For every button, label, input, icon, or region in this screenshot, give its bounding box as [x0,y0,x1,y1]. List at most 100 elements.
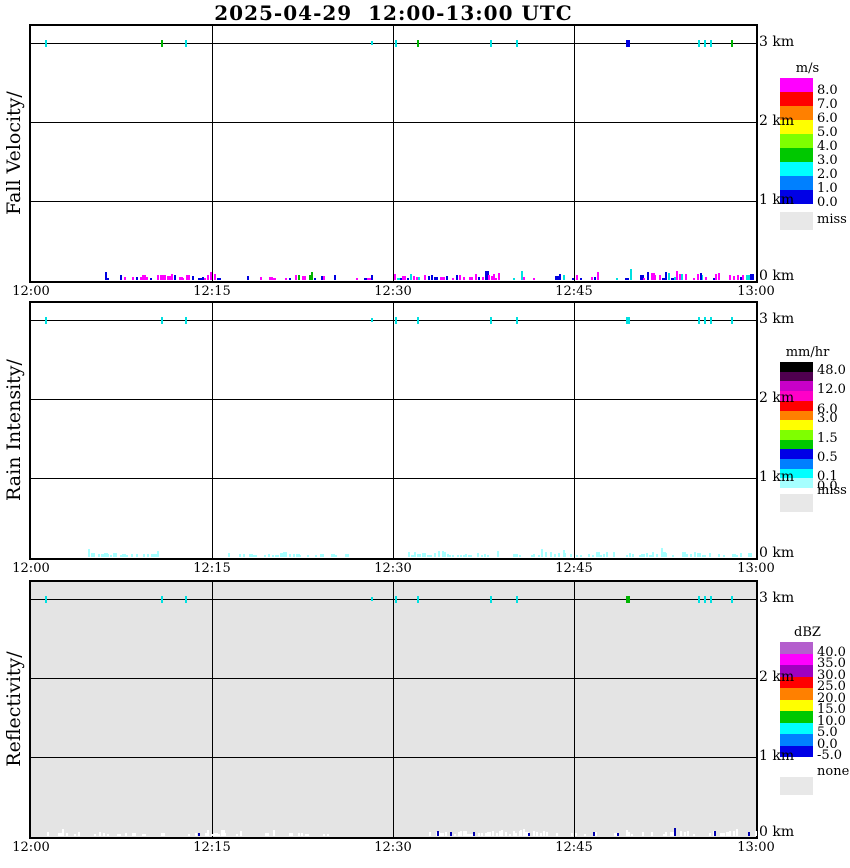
echo-surface-mark [550,552,552,557]
echo-surface-mark [408,552,410,557]
echo-surface-mark [302,276,306,280]
echo-surface-mark [315,555,317,557]
echo-top-mark [45,40,47,47]
echo-surface-mark [449,555,451,557]
colorbar-tick-label: 0.0 [817,195,838,210]
echo-surface-mark [538,555,540,557]
colorbar-block [780,642,813,654]
echo-surface-mark [469,277,473,280]
echo-spike-mark [501,830,503,836]
x-tick-label: 13:00 [737,561,775,576]
echo-surface-mark [320,554,324,557]
echo-surface-mark [460,555,462,557]
echo-surface-mark [668,273,670,280]
x-tick-label: 12:45 [555,561,593,576]
echo-surface-mark [440,833,444,836]
echo-surface-mark [120,275,122,280]
echo-surface-mark [463,277,465,280]
colorbar-block [780,162,813,176]
echo-surface-mark [311,272,313,280]
echo-surface-mark [665,553,667,557]
echo-surface-mark [107,278,109,280]
echo-top-mark [704,596,706,603]
echo-surface-mark [665,832,667,836]
colorbar-block [780,78,813,92]
km-label: 3 km [759,34,795,50]
echo-surface-mark [613,552,615,557]
echo-surface-mark [195,833,197,836]
echo-surface-mark [236,834,238,836]
echo-surface-mark [113,553,117,557]
km-label: 3 km [759,590,795,606]
echo-surface-mark [576,555,578,557]
echo-surface-mark [631,834,633,836]
echo-top-mark [626,317,630,324]
echo-surface-mark [285,554,287,557]
echo-surface-mark [606,552,608,557]
echo-surface-mark [161,833,165,836]
echo-spike-mark [630,269,632,280]
echo-surface-mark [253,555,257,557]
echo-spike-mark [748,832,750,836]
colorbar-block [780,148,813,162]
echo-surface-mark [571,833,573,836]
echo-top-mark [395,596,397,603]
echo-surface-mark [210,272,212,280]
echo-spike-mark [473,832,475,836]
echo-surface-mark [422,553,426,557]
echo-spike-mark [88,549,90,557]
echo-surface-mark [125,833,127,836]
echo-surface-mark [632,554,634,557]
echo-surface-mark [702,555,706,557]
echo-surface-mark [356,278,358,280]
echo-surface-mark [516,554,518,557]
x-tick-label: 12:15 [193,561,231,576]
x-tick-label: 13:00 [737,284,775,299]
echo-surface-mark [293,554,295,557]
echo-surface-mark [540,833,542,836]
echo-surface-mark [733,831,735,836]
echo-surface-mark [468,555,472,557]
echo-surface-mark [74,834,76,836]
echo-surface-mark [705,277,707,280]
echo-top-mark [161,40,163,47]
echo-spike-mark [528,833,530,836]
echo-surface-mark [616,278,618,280]
echo-surface-mark [736,829,738,836]
echo-surface-mark [214,274,216,280]
echo-top-mark [704,40,706,47]
echo-surface-mark [558,553,560,557]
echo-surface-mark [600,555,602,557]
echo-top-mark [490,40,492,47]
colorbar-tick-label: 1.0 [817,181,838,196]
echo-surface-mark [272,555,274,557]
echo-surface-mark [424,275,426,280]
echo-surface-mark [580,278,582,280]
echo-surface-mark [430,555,432,557]
echo-surface-mark [224,833,226,836]
echo-surface-mark [488,275,490,280]
colorbar-title-ms: m/s [795,61,820,76]
echo-top-mark [395,40,397,47]
echo-surface-mark [443,277,445,280]
echo-surface-mark [592,555,594,557]
echo-spike-mark [665,272,667,280]
echo-spike-mark [105,272,107,280]
echo-surface-mark [736,555,738,557]
echo-top-mark [704,317,706,324]
echo-top-mark [417,40,419,47]
echo-surface-mark [709,553,711,557]
echo-surface-mark [646,553,648,557]
colorbar-tick-label: 1.5 [817,431,838,446]
echo-surface-mark [182,278,184,280]
echo-surface-mark [484,554,486,557]
echo-surface-mark [475,274,477,280]
echo-surface-mark [625,278,629,280]
echo-surface-mark [371,275,373,280]
echo-surface-mark [513,278,515,280]
echo-surface-mark [410,274,412,280]
echo-surface-mark [545,552,547,557]
echo-surface-mark [239,554,241,557]
echo-surface-mark [207,275,209,280]
colorbar-block [780,723,813,734]
